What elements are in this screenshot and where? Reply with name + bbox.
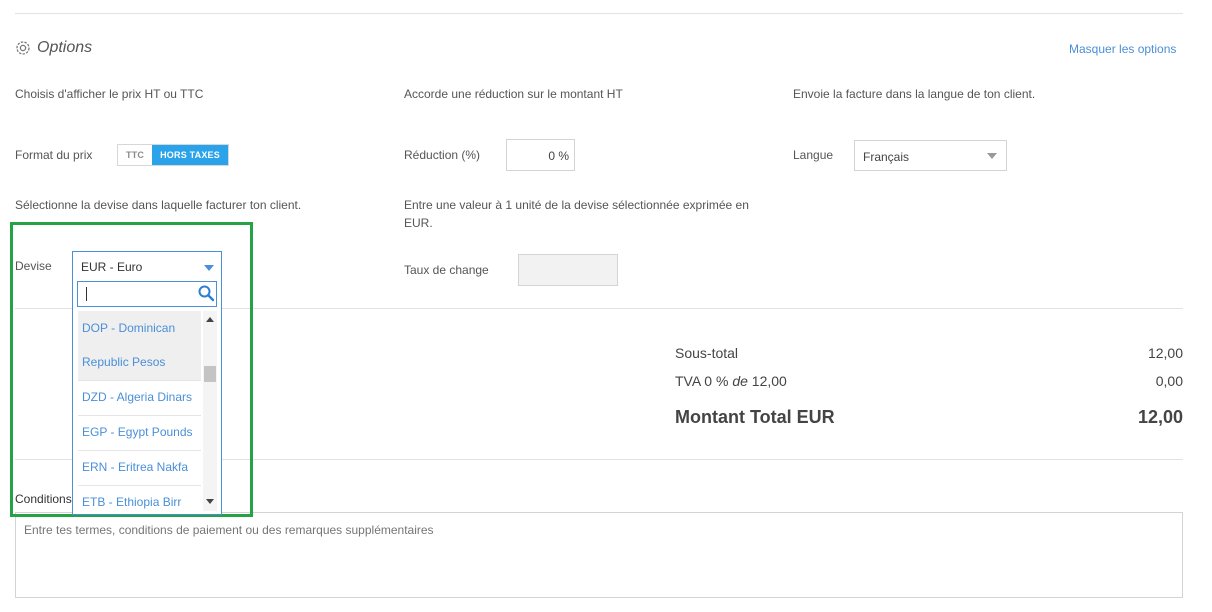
currency-option-label: DZD - Algeria Dinars: [82, 390, 193, 404]
currency-option-dop[interactable]: DOP - Dominican: [78, 321, 201, 335]
discount-value: 0 %: [548, 149, 569, 163]
currency-option-dzd[interactable]: DZD - Algeria Dinars: [78, 390, 201, 404]
currency-option-egp[interactable]: EGP - Egypt Pounds: [78, 425, 201, 439]
exchange-rate-label: Taux de change: [404, 263, 489, 277]
subtotal-value: 12,00: [1147, 345, 1183, 361]
discount-description: Accorde une réduction sur le montant HT: [404, 87, 623, 101]
currency-dropdown[interactable]: EUR - Euro DOP - Dominican Republic Peso…: [72, 251, 222, 515]
option-divider: [78, 415, 201, 416]
exchange-description-line2: EUR.: [404, 216, 433, 230]
tva-value: 0,00: [1155, 373, 1183, 389]
option-divider: [78, 485, 201, 486]
tva-label-of: de: [732, 373, 748, 389]
text-cursor: [86, 287, 87, 301]
search-icon: [197, 284, 215, 307]
currency-option-label: DOP - Dominican: [82, 321, 176, 335]
currency-search-input[interactable]: [77, 281, 217, 307]
price-ttc-option[interactable]: TTC: [118, 145, 153, 165]
total-value: 12,00: [1137, 407, 1183, 427]
currency-option-label: EGP - Egypt Pounds: [82, 425, 193, 439]
language-select[interactable]: Français: [854, 140, 1007, 171]
option-divider: [78, 380, 201, 381]
chevron-down-icon: [987, 153, 997, 159]
language-value: Français: [863, 150, 910, 164]
currency-option-ern[interactable]: ERN - Eritrea Nakfa: [78, 460, 201, 474]
currency-scrollbar[interactable]: [203, 311, 217, 511]
hide-options-link[interactable]: Masquer les options: [1069, 42, 1176, 56]
top-divider: [15, 13, 1183, 14]
option-divider: [78, 450, 201, 451]
total-label: Montant Total EUR: [675, 407, 835, 427]
price-format-description: Choisis d'afficher le prix HT ou TTC: [15, 87, 204, 101]
exchange-rate-input[interactable]: [518, 254, 618, 286]
currency-option-etb[interactable]: ETB - Ethiopia Birr: [78, 495, 201, 509]
tva-label-rate: TVA 0 %: [675, 373, 733, 389]
currency-selected-value: EUR - Euro: [81, 260, 143, 274]
currency-description: Sélectionne la devise dans laquelle fact…: [15, 198, 302, 212]
tva-label-base: 12,00: [747, 373, 787, 389]
scroll-up-arrow-icon[interactable]: [206, 317, 214, 322]
price-format-toggle: TTC HORS TAXES: [117, 144, 229, 166]
price-format-label: Format du prix: [15, 148, 93, 162]
subtotal-label: Sous-total: [675, 345, 739, 361]
conditions-textarea[interactable]: [15, 512, 1183, 598]
price-ht-option[interactable]: HORS TAXES: [152, 145, 228, 165]
options-gear-icon: [14, 39, 32, 62]
exchange-description-line1: Entre une valeur à 1 unité de la devise …: [404, 198, 749, 212]
scroll-down-arrow-icon[interactable]: [206, 499, 214, 504]
currency-option-label: Republic Pesos: [82, 355, 166, 369]
language-label: Langue: [793, 148, 834, 162]
scrollbar-thumb[interactable]: [204, 366, 216, 382]
tva-label: TVA 0 % de 12,00: [675, 373, 787, 389]
options-title: Options: [37, 39, 93, 56]
currency-option-dop-line2[interactable]: Republic Pesos: [78, 355, 201, 369]
chevron-down-icon[interactable]: [204, 265, 214, 271]
currency-option-label: ETB - Ethiopia Birr: [82, 495, 182, 509]
language-description: Envoie la facture dans la langue de ton …: [793, 87, 1036, 101]
discount-input[interactable]: 0 %: [506, 139, 575, 171]
currency-option-label: ERN - Eritrea Nakfa: [82, 460, 189, 474]
discount-label: Réduction (%): [404, 148, 481, 162]
